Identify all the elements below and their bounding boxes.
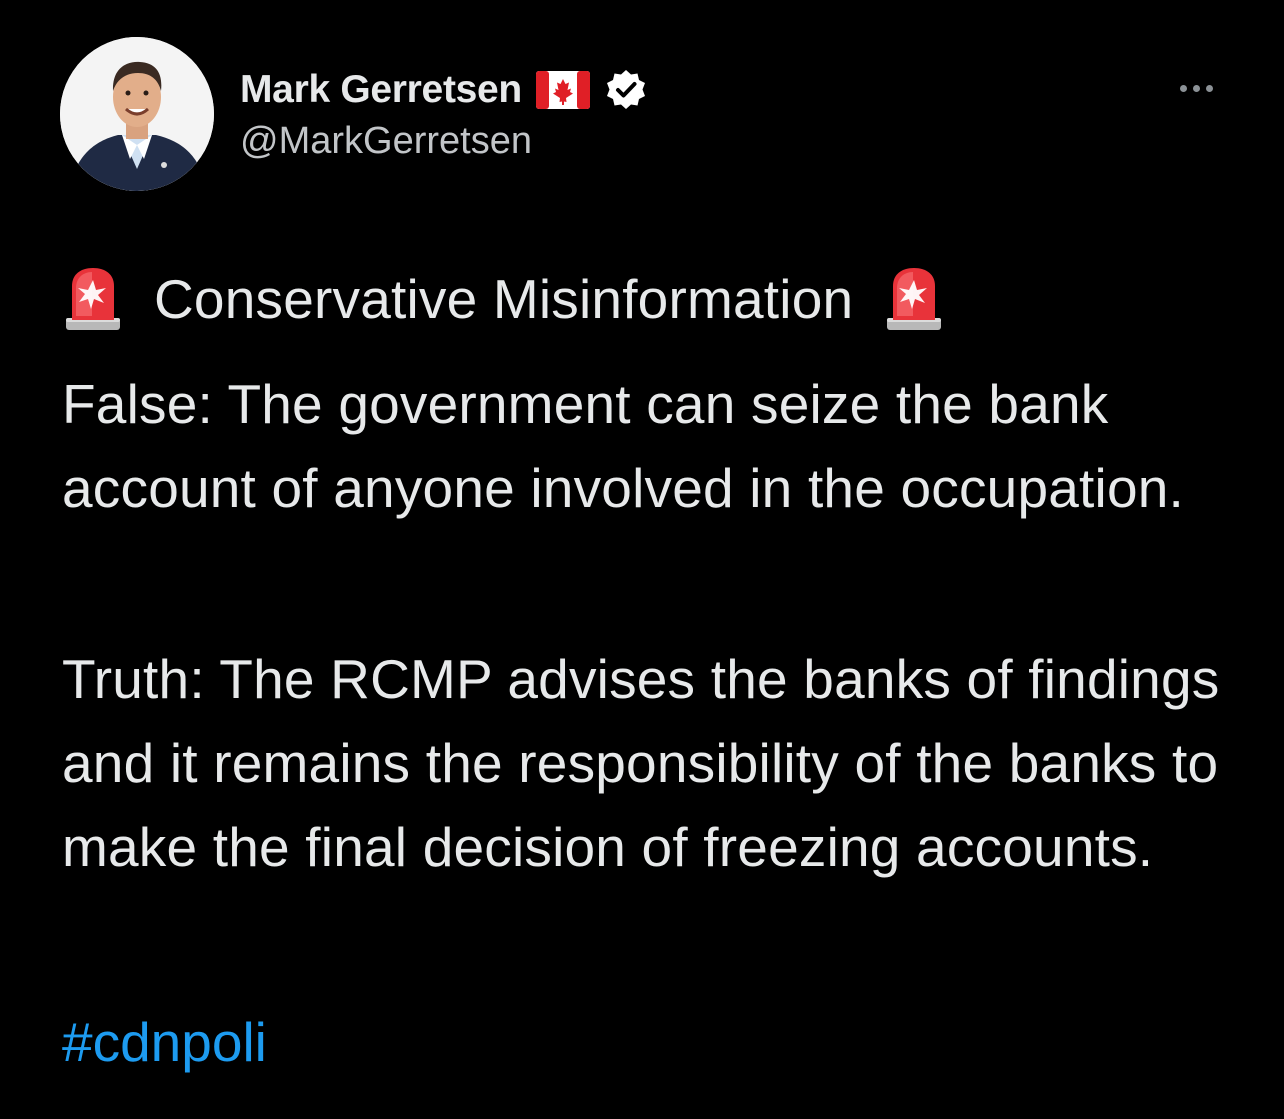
- author-name-row: Mark Gerretsen: [240, 66, 648, 114]
- author-handle[interactable]: @MarkGerretsen: [240, 120, 532, 163]
- tweet-headline: Conservative Misinformation: [62, 264, 945, 334]
- author-avatar[interactable]: [60, 37, 214, 191]
- author-display-name[interactable]: Mark Gerretsen: [240, 68, 522, 112]
- police-siren-icon: [62, 266, 124, 332]
- false-claim-paragraph: False: The government can seize the bank…: [62, 373, 1184, 519]
- dot: [1192, 84, 1200, 92]
- dot: [1179, 84, 1187, 92]
- more-options-button[interactable]: [1170, 70, 1222, 106]
- hashtag-link[interactable]: #cdnpoli: [62, 1000, 267, 1084]
- profile-photo-icon: [60, 37, 214, 191]
- tweet-card: Mark Gerretsen @MarkGerretsen Conservati…: [0, 0, 1284, 1119]
- verified-badge-icon: [604, 68, 648, 112]
- truth-paragraph: Truth: The RCMP advises the banks of fin…: [62, 648, 1220, 878]
- canada-flag-icon: [535, 71, 590, 109]
- police-siren-icon: [883, 266, 945, 332]
- headline-text: Conservative Misinformation: [154, 268, 854, 330]
- dot: [1205, 84, 1213, 92]
